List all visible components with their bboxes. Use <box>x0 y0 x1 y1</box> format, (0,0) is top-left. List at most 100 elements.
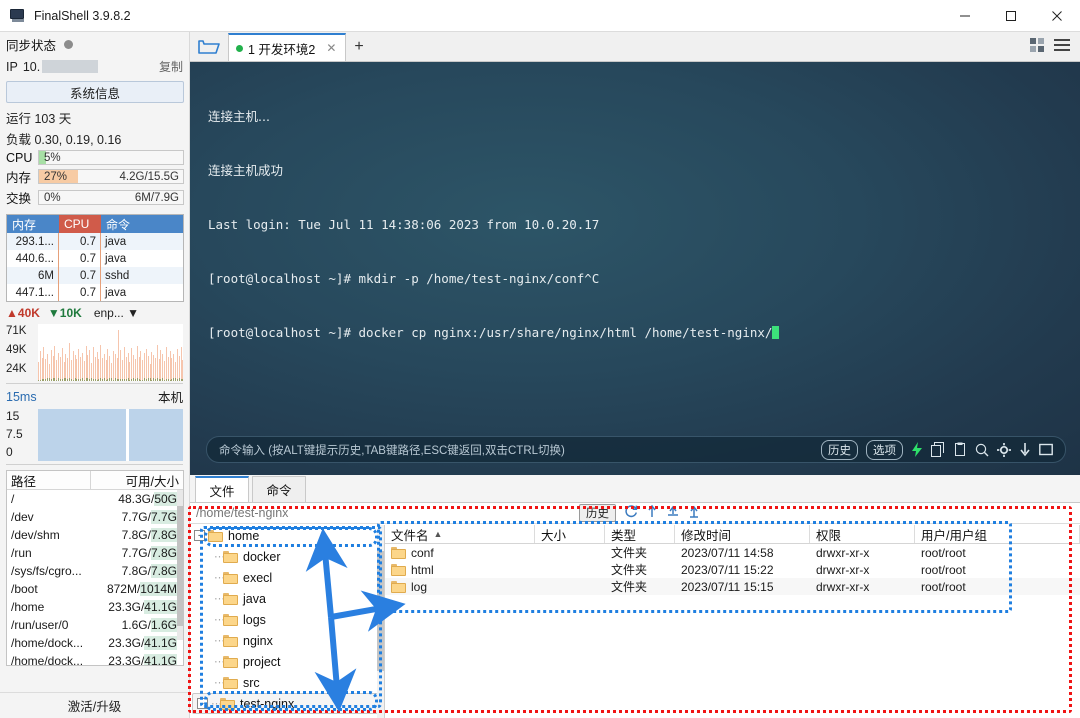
tree-guide-line: ⋯ <box>214 551 225 563</box>
disk-row[interactable]: /run 7.7G/7.8G <box>7 544 183 562</box>
command-options-button[interactable]: 选项 <box>866 439 903 460</box>
hamburger-menu-icon[interactable] <box>1054 38 1070 57</box>
command-bar-tools: 历史 选项 <box>821 439 1053 460</box>
disk-table-scrollbar[interactable] <box>177 490 183 640</box>
folder-icon <box>220 697 235 710</box>
folder-icon <box>223 655 238 668</box>
open-folder-icon[interactable] <box>190 31 228 61</box>
col-owner[interactable]: 用户/用户组 <box>915 525 1080 543</box>
disk-row[interactable]: /dev 7.7G/7.7G <box>7 508 183 526</box>
folder-icon <box>391 546 406 559</box>
file-row[interactable]: log 文件夹 2023/07/11 15:15 drwxr-xr-x root/roo… <box>385 578 1080 595</box>
tab-commands[interactable]: 命令 <box>252 476 306 502</box>
terminal-tab-label: 1 开发环境2 <box>248 42 316 57</box>
tree-expander-icon[interactable]: - <box>194 530 205 541</box>
activate-upgrade-button[interactable]: 激活/升级 <box>0 692 189 718</box>
copy-icon[interactable] <box>931 442 945 457</box>
upload-single-icon[interactable] <box>688 504 700 523</box>
disk-col-size[interactable]: 可用/大小 <box>91 471 183 489</box>
close-icon[interactable]: ✕ <box>326 41 336 55</box>
col-mtime[interactable]: 修改时间 <box>675 525 810 543</box>
folder-icon <box>391 580 406 593</box>
command-input-placeholder: 命令输入 (按ALT键提示历史,TAB键路径,ESC键返回,双击CTRL切换) <box>219 444 565 457</box>
col-filename[interactable]: 文件名 ▲ <box>385 525 535 543</box>
latency-value: 15ms <box>6 389 37 404</box>
disk-row[interactable]: /dev/shm 7.8G/7.8G <box>7 526 183 544</box>
memory-meter-label: 内存 <box>6 171 32 185</box>
copy-ip-button[interactable]: 复制 <box>159 58 183 75</box>
window-icon[interactable] <box>1039 443 1053 456</box>
file-name: html <box>411 562 434 577</box>
process-command: java <box>105 286 127 299</box>
search-icon[interactable] <box>975 443 989 457</box>
upload-multiple-icon[interactable] <box>666 504 680 523</box>
tree-node-java[interactable]: ⋯ java <box>190 588 384 609</box>
tree-node-nginx[interactable]: ⋯ nginx <box>190 630 384 651</box>
memory-meter: 27% 4.2G/15.5G <box>38 169 184 184</box>
lightning-icon[interactable] <box>911 442 923 457</box>
network-interface-select[interactable]: enp... ▼ <box>94 306 139 320</box>
tree-node-src[interactable]: ⋯ src <box>190 672 384 693</box>
file-row[interactable]: html 文件夹 2023/07/11 15:22 drwxr-xr-x root/ro… <box>385 561 1080 578</box>
tree-node-docker[interactable]: ⋯ docker <box>190 546 384 567</box>
disk-col-path[interactable]: 路径 <box>7 471 91 489</box>
maximize-button[interactable] <box>988 0 1034 32</box>
process-row[interactable]: 447.1... 0.7 java <box>7 284 183 301</box>
connected-status-dot-icon <box>236 44 243 52</box>
col-type[interactable]: 类型 <box>605 525 675 543</box>
tree-node-execl[interactable]: ⋯ execl <box>190 567 384 588</box>
grid-layout-icon[interactable] <box>1030 38 1045 57</box>
disk-row[interactable]: / 48.3G/50G <box>7 490 183 508</box>
network-graph: 71K 49K 24K <box>6 322 183 384</box>
command-history-button[interactable]: 历史 <box>821 439 858 460</box>
file-history-button[interactable]: 历史 <box>579 504 616 522</box>
process-col-cpu[interactable]: CPU <box>59 215 101 233</box>
process-row[interactable]: 6M 0.7 sshd <box>7 267 183 284</box>
disk-row[interactable]: /sys/fs/cgro... 7.8G/7.8G <box>7 562 183 580</box>
tree-node-project[interactable]: ⋯ project <box>190 651 384 672</box>
command-input-bar[interactable]: 命令输入 (按ALT键提示历史,TAB键路径,ESC键返回,双击CTRL切换) … <box>206 436 1066 463</box>
file-row[interactable]: conf 文件夹 2023/07/11 14:58 drwxr-xr-x root/ro… <box>385 544 1080 561</box>
col-permissions[interactable]: 权限 <box>810 525 915 543</box>
upload-icon[interactable] <box>646 504 658 523</box>
tree-node-label: java <box>243 591 266 606</box>
gear-icon[interactable] <box>997 442 1011 457</box>
terminal-output-pane[interactable]: 连接主机... 连接主机成功 Last login: Tue Jul 11 14… <box>190 62 1080 475</box>
new-tab-button[interactable]: + <box>346 33 372 61</box>
tree-node-logs[interactable]: ⋯ logs <box>190 609 384 630</box>
tree-node-label: src <box>243 675 260 690</box>
file-name: conf <box>411 545 434 560</box>
file-owner: root/root <box>921 562 966 577</box>
disk-row[interactable]: /home 23.3G/41.1G <box>7 598 183 616</box>
current-path[interactable]: /home/test-nginx <box>190 506 288 520</box>
download-icon[interactable] <box>1019 442 1031 457</box>
col-size[interactable]: 大小 <box>535 525 605 543</box>
process-col-command[interactable]: 命令 <box>101 215 183 233</box>
tree-guide-line: ⋯ <box>214 635 225 647</box>
paste-icon[interactable] <box>953 442 967 457</box>
tree-children: ⋯ docker ⋯ execl ⋯ java ⋯ logs ⋯ nginx ⋯ project ⋯ sr… <box>190 546 384 693</box>
terminal-tab[interactable]: 1 开发环境2 ✕ <box>228 33 346 61</box>
system-info-button[interactable]: 系统信息 <box>6 81 184 103</box>
file-owner: root/root <box>921 545 966 560</box>
process-col-memory[interactable]: 内存 <box>7 215 59 233</box>
disk-row[interactable]: /boot 872M/1014M <box>7 580 183 598</box>
tree-node-test-nginx[interactable]: - ⋯ test-nginx <box>192 693 378 714</box>
process-table: 内存 CPU 命令 293.1... 0.7 java 440.6... 0.7 java… <box>6 214 184 302</box>
tree-node-home[interactable]: - home <box>190 525 384 546</box>
refresh-icon[interactable] <box>624 504 638 523</box>
minimize-button[interactable] <box>942 0 988 32</box>
disk-usage: 1.6G/1.6G <box>121 618 177 632</box>
disk-row[interactable]: /home/dock... 23.3G/41.1G <box>7 652 183 665</box>
tree-scrollbar[interactable] <box>377 525 384 718</box>
folder-icon <box>223 592 238 605</box>
process-row[interactable]: 293.1... 0.7 java <box>7 233 183 250</box>
disk-row[interactable]: /run/user/0 1.6G/1.6G <box>7 616 183 634</box>
tab-files[interactable]: 文件 <box>195 476 249 502</box>
close-button[interactable] <box>1034 0 1080 32</box>
process-row[interactable]: 440.6... 0.7 java <box>7 250 183 267</box>
tree-expander-icon[interactable]: - <box>197 698 208 709</box>
memory-meter-value: 27% <box>44 170 68 183</box>
file-type: 文件夹 <box>611 546 648 560</box>
disk-row[interactable]: /home/dock... 23.3G/41.1G <box>7 634 183 652</box>
